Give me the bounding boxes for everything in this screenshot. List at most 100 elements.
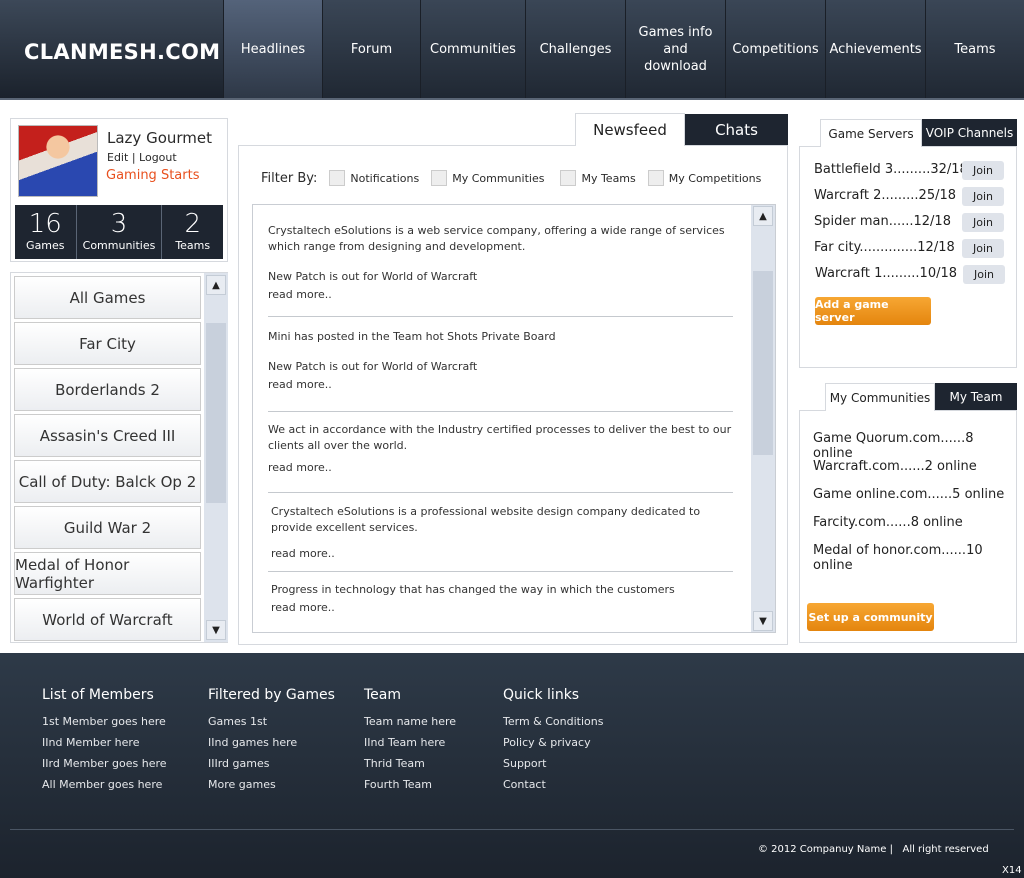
footer-link[interactable]: IInd Team here <box>364 736 456 749</box>
read-more-link[interactable]: read more.. <box>271 546 739 562</box>
footer-quick-links: Quick links Term & Conditions Policy & pr… <box>503 687 603 799</box>
server-item: Warcraft 2.........25/18 <box>814 188 957 203</box>
stat-teams[interactable]: 2 Teams <box>162 205 223 259</box>
game-item[interactable]: World of Warcraft <box>14 598 201 641</box>
nav-challenges[interactable]: Challenges <box>525 0 625 98</box>
join-button[interactable]: Join <box>962 213 1004 232</box>
setup-community-button[interactable]: Set up a community <box>807 603 934 631</box>
logo[interactable]: CLANMESH.COM <box>24 40 220 64</box>
game-item[interactable]: Far City <box>14 322 201 365</box>
footer-link[interactable]: Games 1st <box>208 715 335 728</box>
server-item: Warcraft 1.........10/18 <box>815 266 958 281</box>
footer-link[interactable]: IInd games here <box>208 736 335 749</box>
community-item[interactable]: Medal of honor.com......10 online <box>813 543 1016 573</box>
footer-link[interactable]: Fourth Team <box>364 778 456 791</box>
game-item[interactable]: Guild War 2 <box>14 506 201 549</box>
tab-newsfeed[interactable]: Newsfeed <box>575 113 685 146</box>
read-more-link[interactable]: read more.. <box>268 377 736 393</box>
nav-achievements[interactable]: Achievements <box>825 0 925 98</box>
community-item[interactable]: Farcity.com......8 online <box>813 515 963 530</box>
nav-communities[interactable]: Communities <box>420 0 525 98</box>
feed-scrollbar[interactable]: ▲ ▼ <box>751 205 775 632</box>
checkbox[interactable] <box>329 170 346 186</box>
add-game-server-button[interactable]: Add a game server <box>815 297 931 325</box>
filter-my-teams[interactable]: My Teams <box>560 170 636 186</box>
scroll-down-icon[interactable]: ▼ <box>753 611 773 631</box>
edit-link[interactable]: Edit <box>107 151 128 164</box>
post-text: We act in accordance with the Industry c… <box>268 423 732 452</box>
games-list: All Games Far City Borderlands 2 Assasin… <box>10 272 228 643</box>
footer-link[interactable]: IIIrd games <box>208 757 335 770</box>
nav-forum[interactable]: Forum <box>322 0 420 98</box>
stat-value: 16 <box>28 209 62 239</box>
scroll-up-icon[interactable]: ▲ <box>753 206 773 226</box>
server-item: Far city..............12/18 <box>814 240 955 255</box>
feed-post: Crystaltech eSolutions is a professional… <box>271 504 739 562</box>
stat-games[interactable]: 16 Games <box>15 205 77 259</box>
checkbox-label: My Competitions <box>668 171 762 185</box>
read-more-link[interactable]: read more.. <box>268 460 736 476</box>
tab-voip-channels[interactable]: VOIP Channels <box>922 119 1017 146</box>
footer-games: Filtered by Games Games 1st IInd games he… <box>208 687 335 799</box>
scroll-up-icon[interactable]: ▲ <box>206 275 226 295</box>
checkbox[interactable] <box>647 170 664 186</box>
checkbox[interactable] <box>560 170 577 186</box>
stat-value: 2 <box>184 209 201 239</box>
nav-competitions[interactable]: Competitions <box>725 0 825 98</box>
footer-link[interactable]: 1st Member goes here <box>42 715 167 728</box>
footer-link[interactable]: Policy & privacy <box>503 736 603 749</box>
footer-heading: Quick links <box>503 687 580 703</box>
join-button[interactable]: Join <box>962 239 1004 258</box>
read-more-link[interactable]: read more.. <box>268 287 736 303</box>
community-item[interactable]: Game online.com......5 online <box>813 487 1004 502</box>
game-item[interactable]: Medal of Honor Warfighter <box>14 552 201 595</box>
feed-post: We act in accordance with the Industry c… <box>268 422 736 476</box>
footer-link[interactable]: Support <box>503 757 603 770</box>
footer-link[interactable]: Contact <box>503 778 603 791</box>
footer-link[interactable]: Term & Conditions <box>503 715 603 728</box>
community-item[interactable]: Warcraft.com......2 online <box>813 459 977 474</box>
game-item[interactable]: All Games <box>14 276 201 319</box>
game-item[interactable]: Assasin's Creed III <box>14 414 201 457</box>
footer-link[interactable]: Thrid Team <box>364 757 456 770</box>
filter-my-competitions[interactable]: My Competitions <box>647 170 762 186</box>
filter-my-communities[interactable]: My Communities <box>431 170 544 186</box>
scroll-thumb[interactable] <box>753 271 773 455</box>
game-item[interactable]: Call of Duty: Balck Op 2 <box>14 460 201 503</box>
community-item[interactable]: Game Quorum.com......8 online <box>813 431 1016 461</box>
scroll-thumb[interactable] <box>206 323 226 503</box>
filter-label: Filter By: <box>261 170 318 186</box>
feed-post: Crystaltech eSolutions is a web service … <box>268 223 736 303</box>
read-more-link[interactable]: read more.. <box>271 600 739 616</box>
footer-link[interactable]: All Member goes here <box>42 778 167 791</box>
user-name: Lazy Gourmet <box>107 129 212 147</box>
footer-heading: Filtered by Games <box>208 687 335 703</box>
nav-games-info[interactable]: Games info and download <box>625 0 725 98</box>
footer-link[interactable]: Team name here <box>364 715 456 728</box>
game-item[interactable]: Borderlands 2 <box>14 368 201 411</box>
footer-link[interactable]: IInd Member here <box>42 736 167 749</box>
logout-link[interactable]: Logout <box>139 151 177 164</box>
user-status: Gaming Starts <box>106 168 200 183</box>
join-button[interactable]: Join <box>962 187 1004 206</box>
footer-link[interactable]: More games <box>208 778 335 791</box>
nav-teams[interactable]: Teams <box>925 0 1024 98</box>
stat-communities[interactable]: 3 Communities <box>77 205 163 259</box>
checkbox[interactable] <box>431 170 448 186</box>
tab-game-servers[interactable]: Game Servers <box>820 119 922 147</box>
join-button[interactable]: Join <box>963 265 1005 284</box>
tab-my-team[interactable]: My Team <box>935 383 1017 410</box>
post-text: Crystaltech eSolutions is a web service … <box>268 224 725 253</box>
feed-list: Crystaltech eSolutions is a web service … <box>252 204 776 633</box>
server-item: Battlefield 3.........32/18 <box>814 162 968 177</box>
header: CLANMESH.COM Headlines Forum Communities… <box>0 0 1024 100</box>
filter-notifications[interactable]: Notifications <box>329 170 419 186</box>
tab-my-communities[interactable]: My Communities <box>825 383 935 411</box>
tab-chats[interactable]: Chats <box>685 114 788 145</box>
copyright: © 2012 Companuy Name | All right reserve… <box>758 844 989 855</box>
footer-link[interactable]: IIrd Member goes here <box>42 757 167 770</box>
nav-headlines[interactable]: Headlines <box>223 0 322 98</box>
scroll-down-icon[interactable]: ▼ <box>206 620 226 640</box>
join-button[interactable]: Join <box>962 161 1004 180</box>
games-scrollbar[interactable]: ▲ ▼ <box>204 273 228 642</box>
